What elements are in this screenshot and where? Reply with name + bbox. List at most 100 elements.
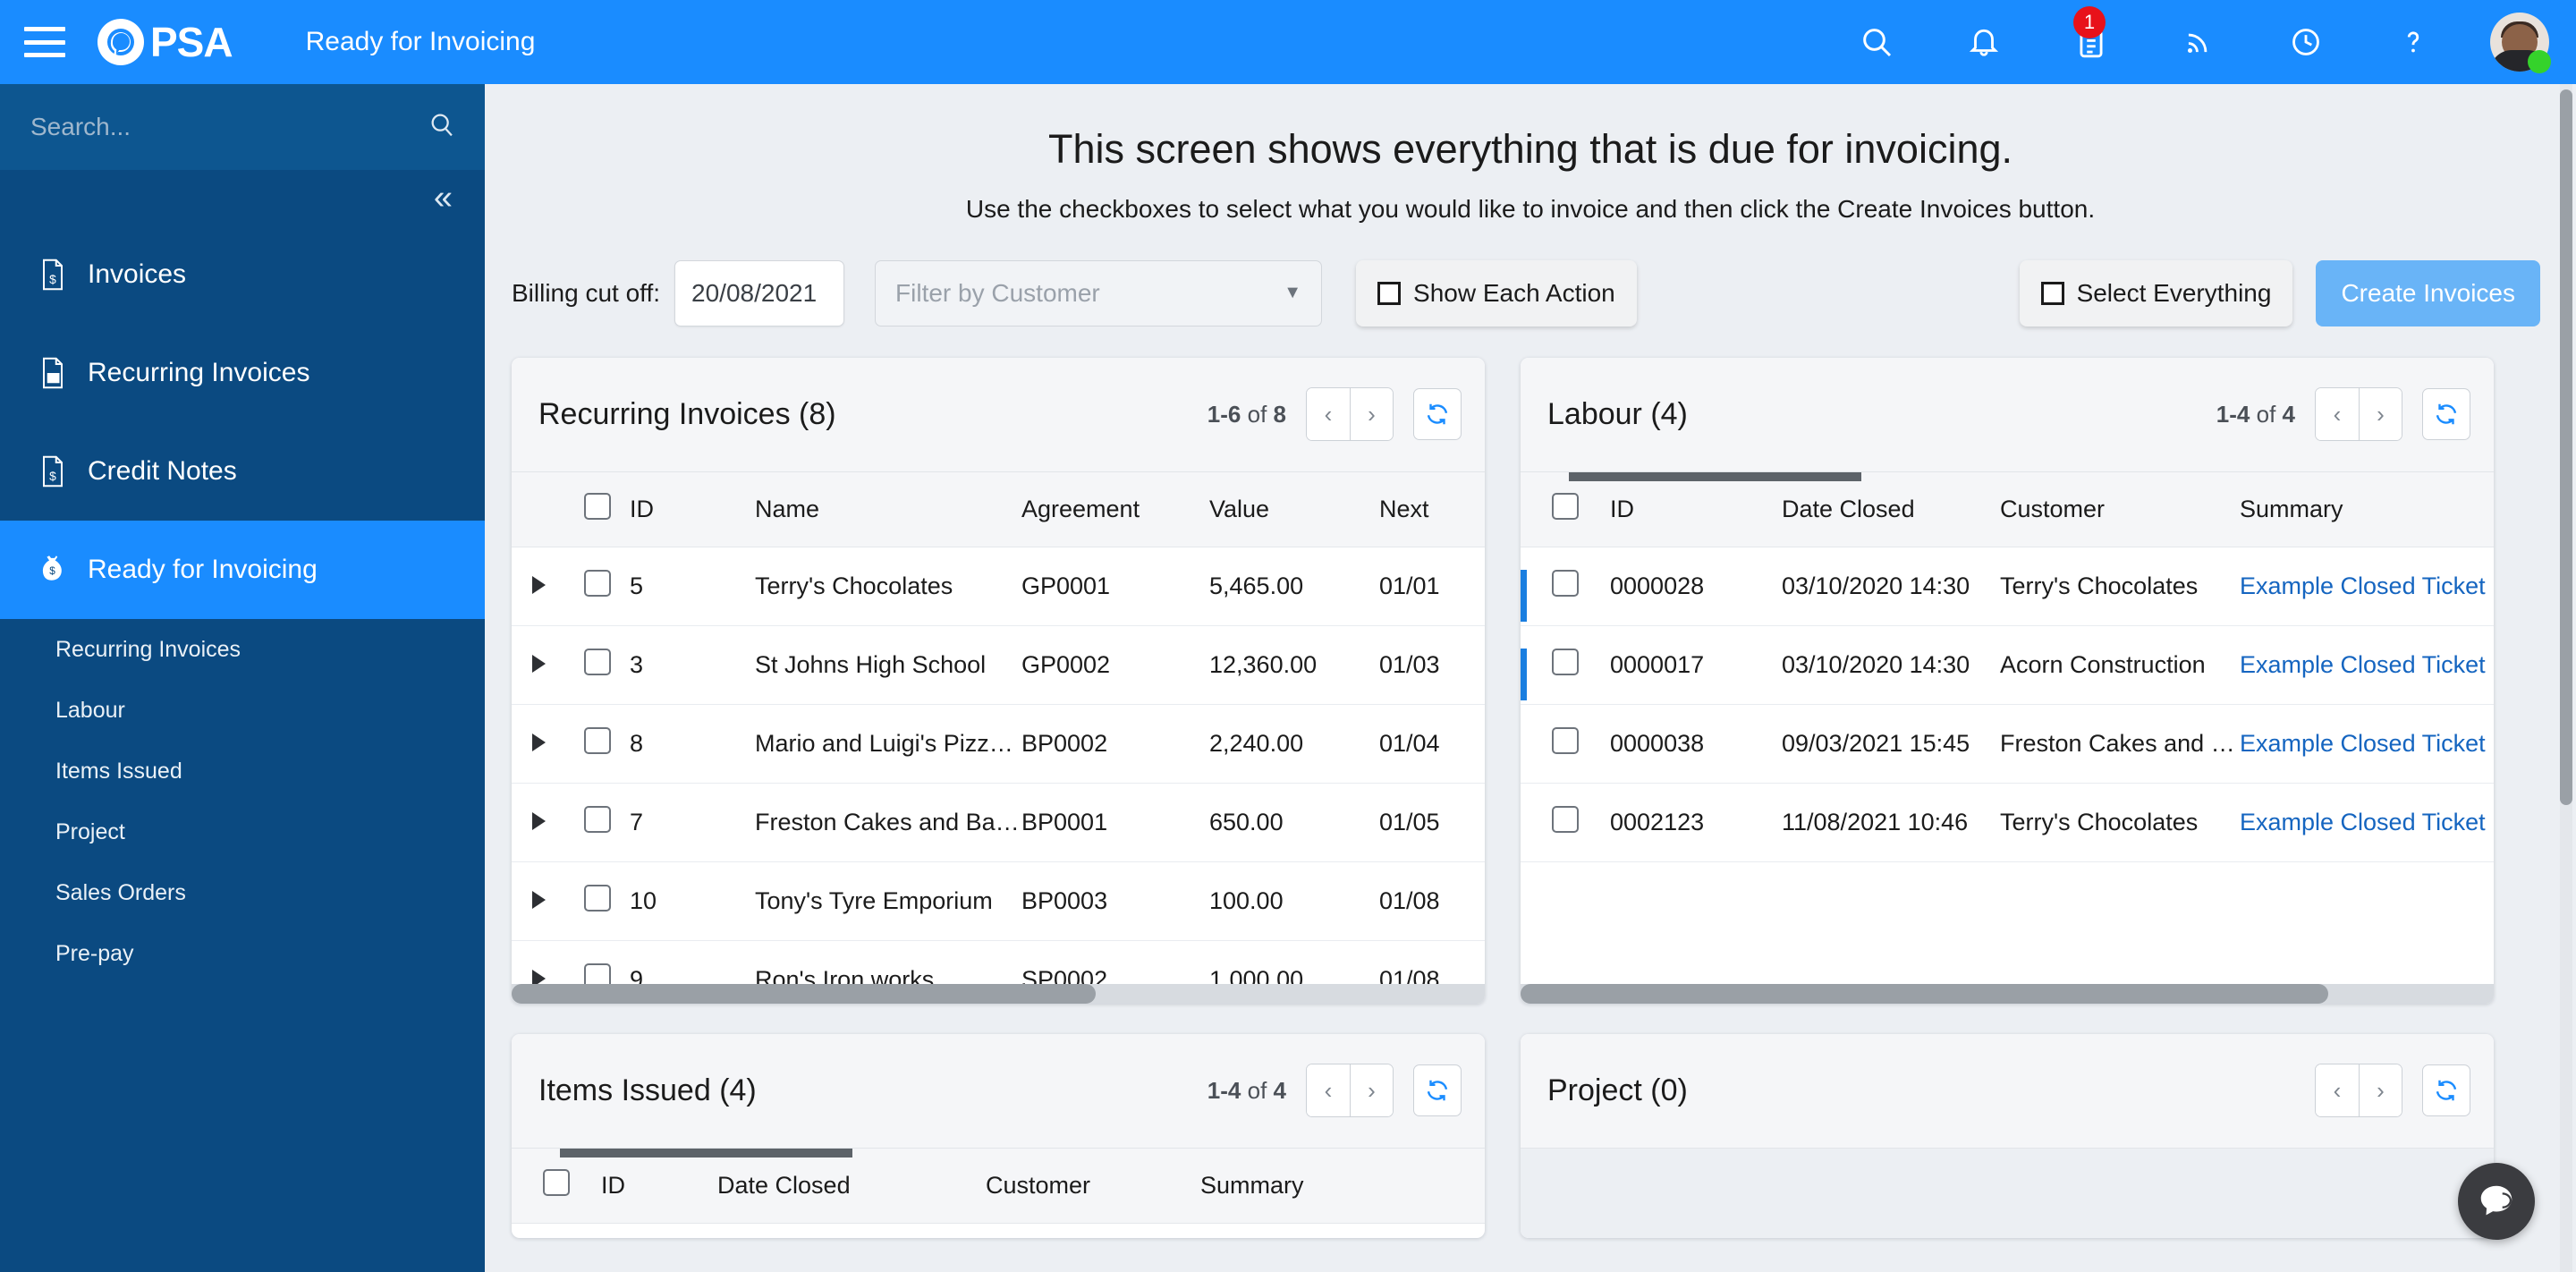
chevron-left-icon[interactable]: ‹	[1307, 388, 1350, 440]
row-select-cell[interactable]	[565, 861, 630, 941]
table-row[interactable]: 0000028 03/10/2020 14:30 Terry's Chocola…	[1521, 547, 2494, 626]
select-all-checkbox[interactable]	[584, 492, 611, 520]
chevron-double-left-icon[interactable]: «	[434, 181, 453, 215]
row-checkbox[interactable]	[584, 885, 611, 912]
expand-row-icon[interactable]	[531, 734, 546, 751]
row-select-cell[interactable]	[1521, 547, 1610, 626]
row-checkbox[interactable]	[1552, 806, 1579, 833]
cell-summary-link[interactable]: Example Closed Ticket	[2240, 783, 2494, 862]
search-input[interactable]	[30, 113, 428, 141]
table-header-id[interactable]: ID	[630, 471, 755, 547]
refresh-icon[interactable]	[1413, 1064, 1462, 1116]
scrollbar-thumb[interactable]	[560, 1148, 852, 1158]
row-select-cell[interactable]	[1521, 625, 1610, 705]
select-everything-button[interactable]: Select Everything	[2019, 259, 2293, 326]
expand-row-icon[interactable]	[531, 812, 546, 830]
chevron-right-icon[interactable]: ›	[2359, 388, 2402, 440]
chevron-right-icon[interactable]: ›	[1350, 388, 1393, 440]
sidebar-item-ready-for-invoicing[interactable]: $ Ready for Invoicing	[0, 521, 485, 619]
refresh-icon[interactable]	[2422, 1064, 2470, 1116]
sidebar-subitem-items-issued[interactable]: Items Issued	[0, 741, 485, 801]
select-all-checkbox[interactable]	[1552, 492, 1579, 520]
customer-filter-select[interactable]: Filter by Customer ▼	[875, 259, 1323, 326]
row-select-cell[interactable]	[565, 547, 630, 626]
table-header-agreement[interactable]: Agreement	[1021, 471, 1209, 547]
table-row[interactable]: 3 St Johns High School GP0002 12,360.00 …	[512, 625, 1485, 705]
help-question-icon[interactable]	[2386, 15, 2440, 69]
show-each-action-button[interactable]: Show Each Action	[1356, 259, 1637, 326]
select-all-checkbox[interactable]	[543, 1168, 570, 1196]
table-row[interactable]: 8 Mario and Luigi's Pizza P… BP0002 2,24…	[512, 704, 1485, 784]
billing-cutoff-date-input[interactable]	[674, 259, 845, 326]
expand-row-icon[interactable]	[531, 655, 546, 673]
table-container[interactable]: ID Date Closed Customer Summary	[1521, 471, 2494, 862]
table-header-customer[interactable]: Customer	[986, 1148, 1200, 1224]
table-top-scrollbar[interactable]	[512, 1148, 1485, 1158]
table-header-id[interactable]: ID	[601, 1148, 717, 1224]
table-header-date-closed[interactable]: Date Closed	[717, 1148, 986, 1224]
chevron-right-icon[interactable]: ›	[2359, 1064, 2402, 1116]
chat-bubble-icon[interactable]	[2458, 1163, 2535, 1240]
table-row[interactable]: 0000017 03/10/2020 14:30 Acorn Construct…	[1521, 625, 2494, 705]
sidebar-item-recurring-invoices[interactable]: Recurring Invoices	[0, 324, 485, 422]
hamburger-menu-icon[interactable]	[24, 27, 65, 57]
bell-notification-icon[interactable]	[1957, 15, 2011, 69]
chevron-left-icon[interactable]: ‹	[1307, 1064, 1350, 1116]
sidebar-subitem-labour[interactable]: Labour	[0, 680, 485, 741]
row-checkbox[interactable]	[584, 649, 611, 675]
refresh-icon[interactable]	[2422, 388, 2470, 440]
row-select-cell[interactable]	[565, 625, 630, 705]
cell-summary-link[interactable]: Example Closed Ticket	[2240, 625, 2494, 705]
row-select-cell[interactable]	[512, 1223, 601, 1238]
scrollbar-thumb[interactable]	[2560, 89, 2572, 805]
table-container[interactable]: ID Date Closed Customer Summary	[512, 1148, 1485, 1238]
sidebar-subitem-project[interactable]: Project	[0, 801, 485, 862]
table-container[interactable]: ID Name Agreement Value Next 5 Terry's C…	[512, 471, 1485, 1004]
row-expander-cell[interactable]	[512, 547, 565, 626]
table-row[interactable]: 5 Terry's Chocolates GP0001 5,465.00 01/…	[512, 547, 1485, 626]
chevron-left-icon[interactable]: ‹	[2316, 1064, 2359, 1116]
refresh-icon[interactable]	[1413, 388, 1462, 440]
row-checkbox[interactable]	[584, 727, 611, 754]
horizontal-scrollbar[interactable]	[1521, 983, 2494, 1004]
table-header-name[interactable]: Name	[755, 471, 1021, 547]
table-header-date-closed[interactable]: Date Closed	[1782, 471, 2000, 547]
chevron-right-icon[interactable]: ›	[1350, 1064, 1393, 1116]
page-scrollbar[interactable]	[2555, 84, 2576, 1272]
clipboard-tasks-icon[interactable]: 1	[2064, 6, 2118, 69]
scrollbar-thumb[interactable]	[512, 983, 1096, 1004]
table-header-summary[interactable]: Summary	[2240, 471, 2494, 547]
expand-row-icon[interactable]	[531, 576, 546, 594]
app-logo[interactable]: PSA	[96, 17, 233, 67]
row-checkbox[interactable]	[1552, 727, 1579, 754]
row-checkbox[interactable]	[1552, 570, 1579, 597]
sidebar-subitem-recurring-invoices[interactable]: Recurring Invoices	[0, 619, 485, 680]
table-row[interactable]	[512, 1223, 1485, 1238]
row-expander-cell[interactable]	[512, 625, 565, 705]
row-expander-cell[interactable]	[512, 861, 565, 941]
cell-summary-link[interactable]: Example Closed Ticket	[2240, 547, 2494, 626]
sidebar-subitem-sales-orders[interactable]: Sales Orders	[0, 862, 485, 923]
avatar[interactable]	[2490, 13, 2551, 73]
row-select-cell[interactable]	[1521, 704, 1610, 784]
rss-broadcast-icon[interactable]	[2172, 15, 2225, 69]
table-header-id[interactable]: ID	[1610, 471, 1782, 547]
select-everything-checkbox[interactable]	[2040, 281, 2064, 305]
cell-summary-link[interactable]: Example Closed Ticket	[2240, 704, 2494, 784]
sidebar-item-credit-notes[interactable]: $ Credit Notes	[0, 422, 485, 521]
show-each-action-checkbox[interactable]	[1377, 281, 1402, 305]
table-header-customer[interactable]: Customer	[2000, 471, 2240, 547]
row-select-cell[interactable]	[565, 704, 630, 784]
search-icon[interactable]	[428, 110, 458, 145]
expand-row-icon[interactable]	[531, 891, 546, 909]
row-select-cell[interactable]	[565, 783, 630, 862]
table-row[interactable]: 0002123 11/08/2021 10:46 Terry's Chocola…	[1521, 783, 2494, 862]
table-top-scrollbar[interactable]	[1521, 471, 2494, 481]
table-row[interactable]: 0000038 09/03/2021 15:45 Freston Cakes a…	[1521, 704, 2494, 784]
table-header-summary[interactable]: Summary	[1200, 1148, 1485, 1224]
sidebar-search[interactable]	[0, 84, 485, 170]
search-icon[interactable]	[1850, 15, 1903, 69]
clock-timer-icon[interactable]	[2279, 15, 2333, 69]
row-select-cell[interactable]	[1521, 783, 1610, 862]
table-header-next[interactable]: Next	[1379, 471, 1485, 547]
